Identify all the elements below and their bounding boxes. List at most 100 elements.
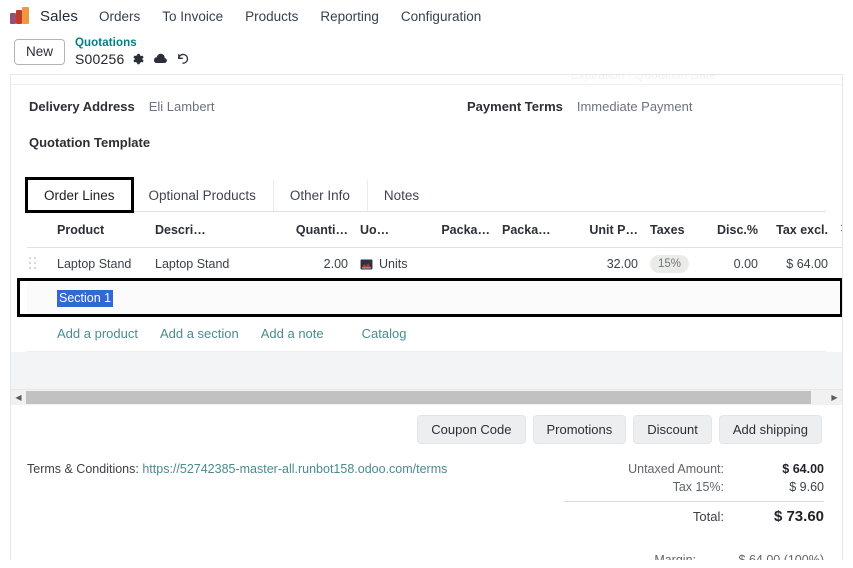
tab-notes[interactable]: Notes — [366, 179, 436, 211]
forecast-availability-icon[interactable] — [360, 259, 373, 270]
promotions-button[interactable]: Promotions — [532, 415, 627, 445]
nav-item-orders[interactable]: Orders — [88, 5, 151, 28]
table-row-section[interactable]: Section 1 — [27, 280, 842, 318]
cell-uom-label: Units — [379, 257, 408, 272]
form-fields-grid: Delivery Address Eli Lambert Quotation T… — [11, 85, 842, 175]
add-shipping-button[interactable]: Add shipping — [718, 415, 822, 445]
field-payment-terms: Payment Terms Immediate Payment — [459, 99, 824, 116]
scrollbar-thumb[interactable] — [26, 390, 811, 404]
cell-uom[interactable]: Units — [354, 247, 426, 282]
column-options-sliders-icon[interactable] — [834, 212, 842, 248]
discard-undo-icon[interactable] — [175, 52, 190, 67]
status-badge[interactable]: 15% — [650, 255, 690, 274]
catalog-link[interactable]: Catalog — [362, 326, 407, 341]
tax-label: Tax 15%: — [672, 480, 724, 495]
nav-item-to-invoice[interactable]: To Invoice — [151, 5, 234, 28]
scrolled-cutoff-row: Expiration · Quotation Date — [11, 75, 842, 85]
header-discount[interactable]: Disc.% — [702, 212, 764, 248]
scroll-right-arrow-icon[interactable]: ▶ — [827, 389, 842, 405]
coupon-code-button[interactable]: Coupon Code — [417, 415, 526, 445]
nav-item-reporting[interactable]: Reporting — [309, 5, 390, 28]
nav-item-products[interactable]: Products — [234, 5, 309, 28]
section-name-input[interactable]: Section 1 — [57, 290, 114, 308]
header-uom[interactable]: Uo… — [354, 212, 426, 248]
untaxed-amount-value: $ 64.00 — [782, 462, 824, 477]
cell-description[interactable]: Laptop Stand — [149, 247, 264, 282]
header-quantity[interactable]: Quanti… — [264, 212, 354, 248]
scroll-left-arrow-icon[interactable]: ◀ — [11, 389, 26, 405]
cell-discount[interactable]: 0.00 — [702, 247, 764, 282]
header-description[interactable]: Descri… — [149, 212, 264, 248]
tax-value: $ 9.60 — [789, 480, 824, 495]
header-product[interactable]: Product — [51, 212, 149, 248]
breadcrumb: Quotations S00256 — [75, 37, 190, 67]
tax-row: Tax 15%: $ 9.60 — [564, 478, 824, 496]
field-label-quotation-template: Quotation Template — [29, 135, 151, 150]
field-label-delivery-address: Delivery Address — [29, 99, 135, 114]
header-unit-price[interactable]: Unit P… — [562, 212, 644, 248]
margin-label: Margin: — [654, 553, 714, 560]
horizontal-scrollbar[interactable]: ◀ ▶ — [11, 389, 842, 406]
sales-app-logo-icon — [10, 6, 32, 26]
cloud-save-icon[interactable] — [153, 52, 168, 67]
header-packaging-qty[interactable]: Packa… — [426, 212, 496, 248]
add-a-section-link[interactable]: Add a section — [160, 326, 239, 341]
cell-quantity[interactable]: 2.00 — [264, 247, 354, 282]
notebook-tabs: Order Lines Optional Products Other Info… — [25, 177, 826, 213]
cell-packaging[interactable] — [496, 247, 562, 282]
discount-button[interactable]: Discount — [633, 415, 712, 445]
nav-item-configuration[interactable]: Configuration — [390, 5, 492, 28]
app-name[interactable]: Sales — [38, 8, 88, 25]
notebook: Order Lines Optional Products Other Info… — [11, 175, 842, 213]
line-action-buttons: Coupon Code Promotions Discount Add ship… — [11, 405, 842, 454]
tab-other-info[interactable]: Other Info — [272, 179, 367, 211]
terms-and-conditions: Terms & Conditions: https://52742385-mas… — [27, 458, 564, 527]
header-packaging[interactable]: Packa… — [496, 212, 562, 248]
add-a-product-link[interactable]: Add a product — [57, 326, 138, 341]
margin-row: Margin: $ 64.00 (100%) — [11, 527, 842, 560]
new-record-button[interactable]: New — [14, 38, 66, 66]
cell-product[interactable]: Laptop Stand — [51, 247, 149, 282]
delete-line-button[interactable] — [834, 247, 842, 282]
scrollbar-track[interactable] — [26, 389, 827, 405]
table-row[interactable]: Laptop Stand Laptop Stand 2.00 Units 32.… — [27, 247, 842, 282]
row-drag-handle-icon[interactable] — [27, 247, 51, 282]
gear-icon[interactable] — [131, 52, 146, 67]
tab-order-lines[interactable]: Order Lines — [25, 177, 134, 213]
header-taxes[interactable]: Taxes — [644, 212, 702, 248]
header-handle — [27, 212, 51, 248]
field-value-delivery-address[interactable]: Eli Lambert — [135, 99, 215, 114]
cell-tax-excl: $ 64.00 — [764, 247, 834, 282]
untaxed-amount-row: Untaxed Amount: $ 64.00 — [564, 460, 824, 478]
top-navbar: Sales Orders To Invoice Products Reporti… — [0, 0, 853, 32]
section-row-handle[interactable] — [27, 280, 51, 318]
margin-value: $ 64.00 (100%) — [714, 553, 824, 560]
form-sheet: Expiration · Quotation Date Delivery Add… — [10, 74, 843, 560]
tab-optional-products[interactable]: Optional Products — [131, 179, 273, 211]
total-value: $ 73.60 — [773, 508, 824, 526]
add-a-note-link[interactable]: Add a note — [261, 326, 324, 341]
totals-block: Untaxed Amount: $ 64.00 Tax 15%: $ 9.60 … — [564, 458, 824, 527]
cell-packaging-qty[interactable] — [426, 247, 496, 282]
add-line-links: Add a product Add a section Add a note C… — [27, 317, 826, 353]
header-tax-excl[interactable]: Tax excl. — [764, 212, 834, 248]
cell-taxes[interactable]: 15% — [644, 247, 702, 282]
lines-filler-area — [11, 352, 842, 391]
order-lines-table-wrapper: Product Descri… Quanti… Uo… Packa… Packa… — [11, 212, 842, 353]
field-label-payment-terms: Payment Terms — [467, 99, 563, 114]
field-delivery-address: Delivery Address Eli Lambert — [29, 99, 459, 116]
untaxed-amount-label: Untaxed Amount: — [628, 462, 724, 477]
total-label: Total: — [692, 509, 724, 525]
delete-section-button[interactable] — [834, 280, 842, 318]
terms-url-link[interactable]: https://52742385-master-all.runbot158.od… — [142, 462, 447, 476]
cell-unit-price[interactable]: 32.00 — [562, 247, 644, 282]
breadcrumb-parent-quotations[interactable]: Quotations — [75, 37, 190, 50]
odoo-sales-quotation-screen: Sales Orders To Invoice Products Reporti… — [0, 0, 853, 568]
cell-section-name[interactable]: Section 1 — [51, 280, 834, 318]
control-panel: New Quotations S00256 — [0, 32, 853, 74]
field-quotation-template: Quotation Template — [29, 135, 459, 152]
field-value-payment-terms[interactable]: Immediate Payment — [563, 99, 693, 114]
table-header-row: Product Descri… Quanti… Uo… Packa… Packa… — [27, 212, 842, 248]
record-name: S00256 — [75, 51, 125, 68]
total-row: Total: $ 73.60 — [564, 501, 824, 527]
